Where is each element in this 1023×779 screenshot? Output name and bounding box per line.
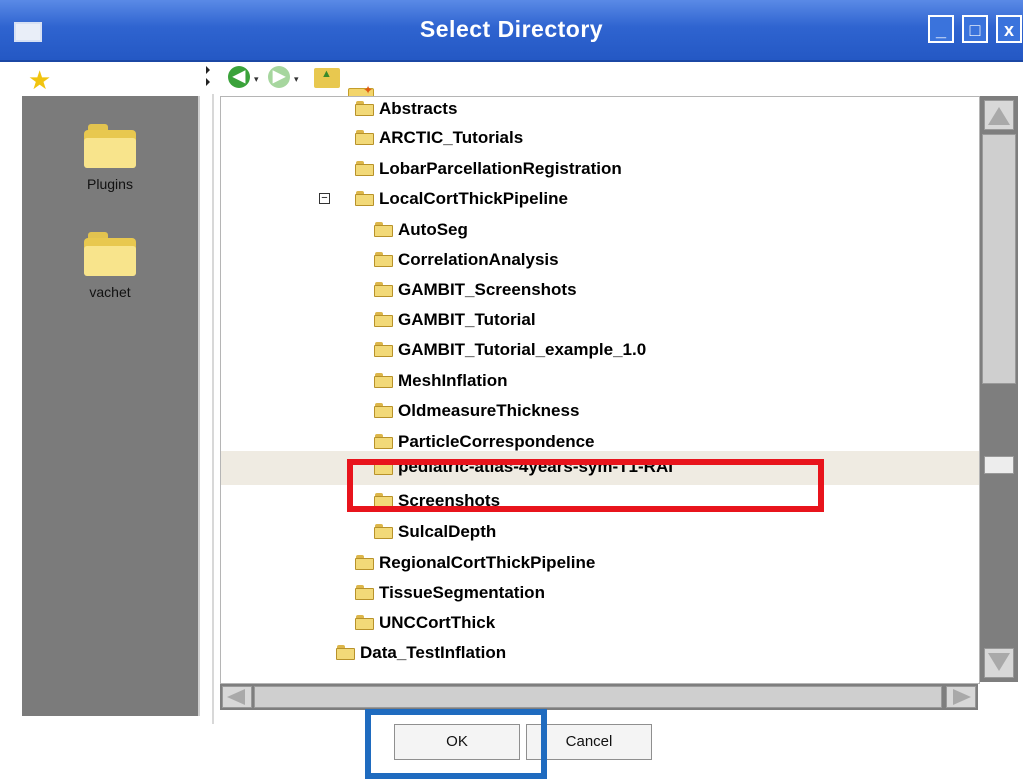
tree-row[interactable]: TissueSegmentation	[221, 581, 979, 607]
tree-row-label: ParticleCorrespondence	[398, 432, 595, 451]
folder-icon	[355, 130, 374, 145]
forward-dropdown-icon[interactable]: ▾	[294, 74, 299, 85]
tree-row-label: GAMBIT_Tutorial	[398, 310, 536, 329]
folder-icon	[374, 460, 393, 475]
tree-row-label: MeshInflation	[398, 371, 508, 390]
sidebar-item-vachet[interactable]: vachet	[22, 232, 198, 300]
tree-row[interactable]: OldmeasureThickness	[221, 399, 979, 425]
tree-row-label: GAMBIT_Tutorial_example_1.0	[398, 340, 647, 359]
tree-row-label: Abstracts	[379, 99, 458, 118]
tree-row-label: UNCCortThick	[379, 613, 496, 632]
toolbar: ◀ ▾ ▶ ▾	[222, 66, 374, 108]
folder-icon	[374, 373, 393, 388]
cancel-button[interactable]: Cancel	[526, 724, 652, 760]
tree-row[interactable]: SulcalDepth	[221, 520, 979, 546]
tree-row[interactable]: GAMBIT_Tutorial	[221, 308, 979, 334]
back-button[interactable]: ◀	[228, 66, 250, 88]
folder-icon	[374, 342, 393, 357]
splitter-line	[212, 94, 214, 724]
sidebar-item-label: Plugins	[87, 176, 133, 192]
places-sidebar: Plugins vachet	[22, 96, 200, 716]
tree-row-label: CorrelationAnalysis	[398, 250, 559, 269]
folder-icon	[374, 403, 393, 418]
tree-row-label: RegionalCortThickPipeline	[379, 553, 596, 572]
tree-row-label: GAMBIT_Screenshots	[398, 280, 577, 299]
scroll-down-arrow-icon[interactable]	[984, 648, 1014, 678]
tree-row[interactable]: RegionalCortThickPipeline	[221, 551, 979, 577]
minimize-button[interactable]: _	[928, 15, 954, 43]
folder-icon	[355, 101, 374, 116]
tree-row[interactable]: Abstracts	[221, 97, 979, 123]
tree-row[interactable]: UNCCortThick	[221, 611, 979, 637]
tree-row[interactable]: GAMBIT_Screenshots	[221, 278, 979, 304]
tree-row-label: Screenshots	[398, 491, 501, 510]
back-dropdown-icon[interactable]: ▾	[254, 74, 259, 85]
forward-button[interactable]: ▶	[268, 66, 290, 88]
folder-icon	[355, 161, 374, 176]
tree-row[interactable]: LobarParcellationRegistration	[221, 157, 979, 183]
tree-row-label: AutoSeg	[398, 220, 468, 239]
tree-row-label: pediatric-atlas-4years-sym-T1-RAI	[398, 457, 673, 476]
tree-row-label: TissueSegmentation	[379, 583, 545, 602]
vertical-scroll-marker[interactable]	[984, 456, 1014, 474]
folder-icon	[374, 434, 393, 449]
splitter-grip-icon	[206, 66, 210, 74]
folder-icon	[374, 282, 393, 297]
title-bar[interactable]: Select Directory _ □ x	[0, 0, 1023, 62]
tree-row-label: LocalCortThickPipeline	[379, 189, 568, 208]
vertical-scroll-thumb[interactable]	[982, 134, 1016, 384]
horizontal-scroll-thumb[interactable]	[254, 686, 942, 708]
tree-row-label: OldmeasureThickness	[398, 401, 580, 420]
scroll-right-arrow-icon[interactable]	[946, 686, 976, 708]
folder-icon	[336, 645, 355, 660]
tree-row[interactable]: Screenshots	[221, 489, 979, 515]
folder-icon	[84, 124, 136, 168]
folder-icon	[355, 585, 374, 600]
tree-row-label: Data_TestInflation	[360, 643, 507, 662]
horizontal-scrollbar[interactable]	[220, 684, 978, 710]
folder-icon	[374, 252, 393, 267]
collapse-icon[interactable]: −	[319, 193, 330, 204]
sidebar-item-label: vachet	[89, 284, 131, 300]
ok-button[interactable]: OK	[394, 724, 520, 760]
scroll-up-arrow-icon[interactable]	[984, 100, 1014, 130]
tree-row[interactable]: CorrelationAnalysis	[221, 248, 979, 274]
tree-row[interactable]: − LocalCortThickPipeline	[221, 187, 979, 213]
vertical-scrollbar[interactable]	[980, 96, 1018, 682]
tree-row[interactable]: GAMBIT_Tutorial_example_1.0	[221, 338, 979, 364]
up-folder-icon[interactable]	[314, 68, 340, 88]
folder-icon	[374, 222, 393, 237]
tree-row[interactable]: MeshInflation	[221, 369, 979, 395]
close-button[interactable]: x	[996, 15, 1022, 43]
folder-icon	[355, 191, 374, 206]
pane-splitter[interactable]	[204, 66, 214, 726]
dialog-body: ★ Plugins vachet ◀ ▾ ▶ ▾ Abst	[0, 62, 1023, 771]
folder-icon	[355, 615, 374, 630]
bookmarks-star-icon[interactable]: ★	[28, 66, 51, 94]
tree-row-label: ARCTIC_Tutorials	[379, 128, 524, 147]
maximize-button[interactable]: □	[962, 15, 988, 43]
tree-row-label: SulcalDepth	[398, 522, 497, 541]
folder-icon	[84, 232, 136, 276]
scroll-left-arrow-icon[interactable]	[222, 686, 252, 708]
sidebar-item-plugins[interactable]: Plugins	[22, 124, 198, 192]
tree-row[interactable]: AutoSeg	[221, 218, 979, 244]
folder-icon	[374, 524, 393, 539]
folder-icon	[374, 312, 393, 327]
tree-row-selected[interactable]: pediatric-atlas-4years-sym-T1-RAI	[221, 451, 979, 485]
directory-tree[interactable]: Abstracts ARCTIC_Tutorials LobarParcella…	[220, 96, 980, 684]
folder-icon	[374, 493, 393, 508]
tree-row-label: LobarParcellationRegistration	[379, 159, 622, 178]
splitter-grip-icon	[206, 78, 210, 86]
tree-row[interactable]: ARCTIC_Tutorials	[221, 126, 979, 152]
window-title: Select Directory	[419, 16, 604, 42]
tree-row[interactable]: Data_TestInflation	[221, 641, 979, 667]
folder-icon	[355, 555, 374, 570]
